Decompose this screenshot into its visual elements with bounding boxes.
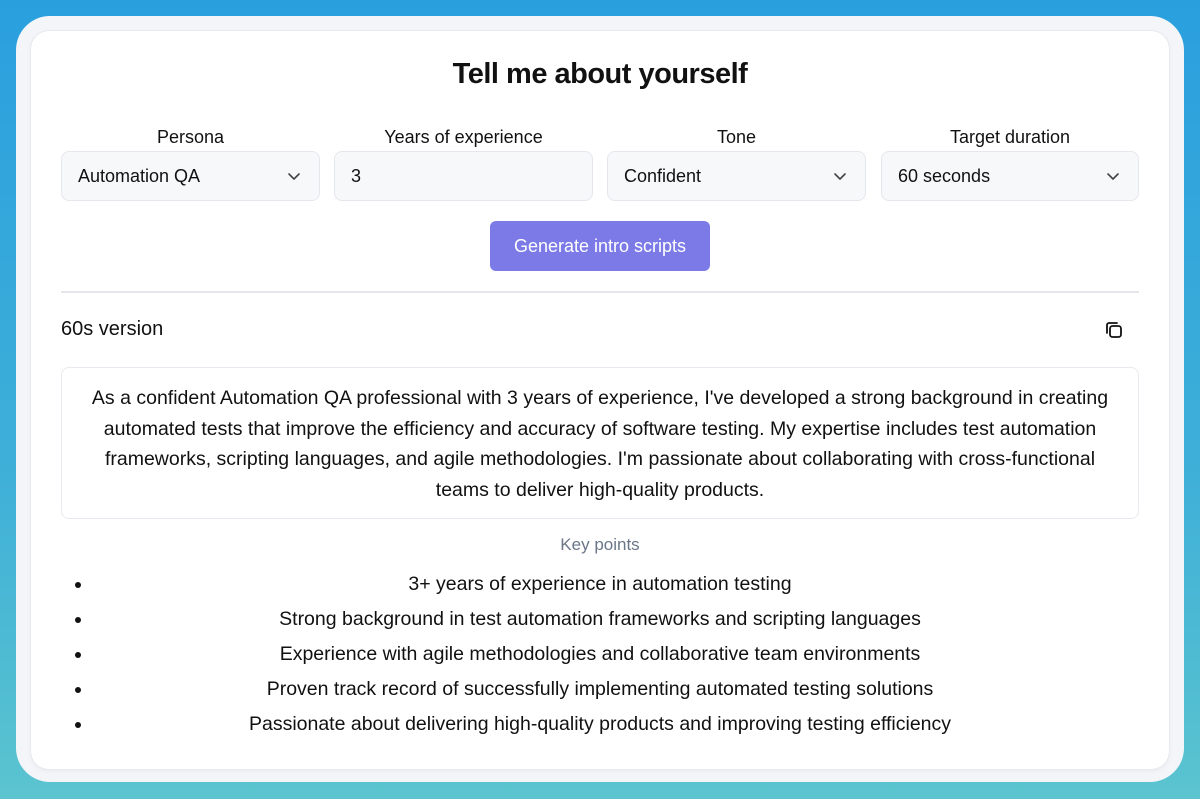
persona-field: Persona Automation QA: [61, 124, 320, 201]
key-points-list: 3+ years of experience in automation tes…: [61, 567, 1139, 742]
list-item: Strong background in test automation fra…: [61, 602, 1139, 637]
experience-value: 3: [351, 166, 362, 186]
chevron-down-icon: [834, 173, 846, 180]
persona-value: Automation QA: [78, 166, 201, 186]
list-item: Passionate about delivering high-quality…: [61, 707, 1139, 742]
bullet-icon: [75, 652, 81, 658]
chevron-down-icon: [1107, 173, 1119, 180]
key-points-heading: Key points: [560, 535, 640, 554]
tone-select[interactable]: Confident: [607, 151, 866, 201]
script-text: As a confident Automation QA professiona…: [61, 367, 1139, 519]
list-item: Proven track record of successfully impl…: [61, 672, 1139, 707]
bullet-icon: [75, 617, 81, 623]
generate-button[interactable]: Generate intro scripts: [490, 221, 710, 271]
bullet-icon: [75, 687, 81, 693]
duration-field: Target duration 60 seconds: [881, 124, 1139, 201]
tone-label: Tone: [716, 127, 757, 147]
key-point-text: 3+ years of experience in automation tes…: [408, 573, 792, 595]
page-title: Tell me about yourself: [452, 58, 748, 90]
tone-value: Confident: [624, 166, 702, 186]
persona-label: Persona: [156, 127, 225, 147]
experience-field: Years of experience 3: [334, 124, 593, 201]
divider: [61, 291, 1139, 293]
bullet-icon: [75, 722, 81, 728]
duration-select[interactable]: 60 seconds: [881, 151, 1139, 201]
version-label: 60s version: [61, 318, 164, 340]
tone-field: Tone Confident: [607, 124, 866, 201]
experience-label: Years of experience: [384, 127, 543, 147]
chevron-down-icon: [288, 173, 300, 180]
persona-select[interactable]: Automation QA: [61, 151, 320, 201]
key-point-text: Experience with agile methodologies and …: [279, 643, 921, 665]
duration-label: Target duration: [949, 127, 1071, 147]
duration-value: 60 seconds: [898, 166, 991, 186]
experience-input[interactable]: 3: [334, 151, 593, 201]
key-point-text: Proven track record of successfully impl…: [266, 678, 934, 700]
bullet-icon: [75, 582, 81, 588]
list-item: Experience with agile methodologies and …: [61, 637, 1139, 672]
list-item: 3+ years of experience in automation tes…: [61, 567, 1139, 602]
copy-icon[interactable]: [1103, 319, 1125, 341]
key-point-text: Passionate about delivering high-quality…: [248, 713, 952, 735]
key-point-text: Strong background in test automation fra…: [279, 608, 921, 630]
